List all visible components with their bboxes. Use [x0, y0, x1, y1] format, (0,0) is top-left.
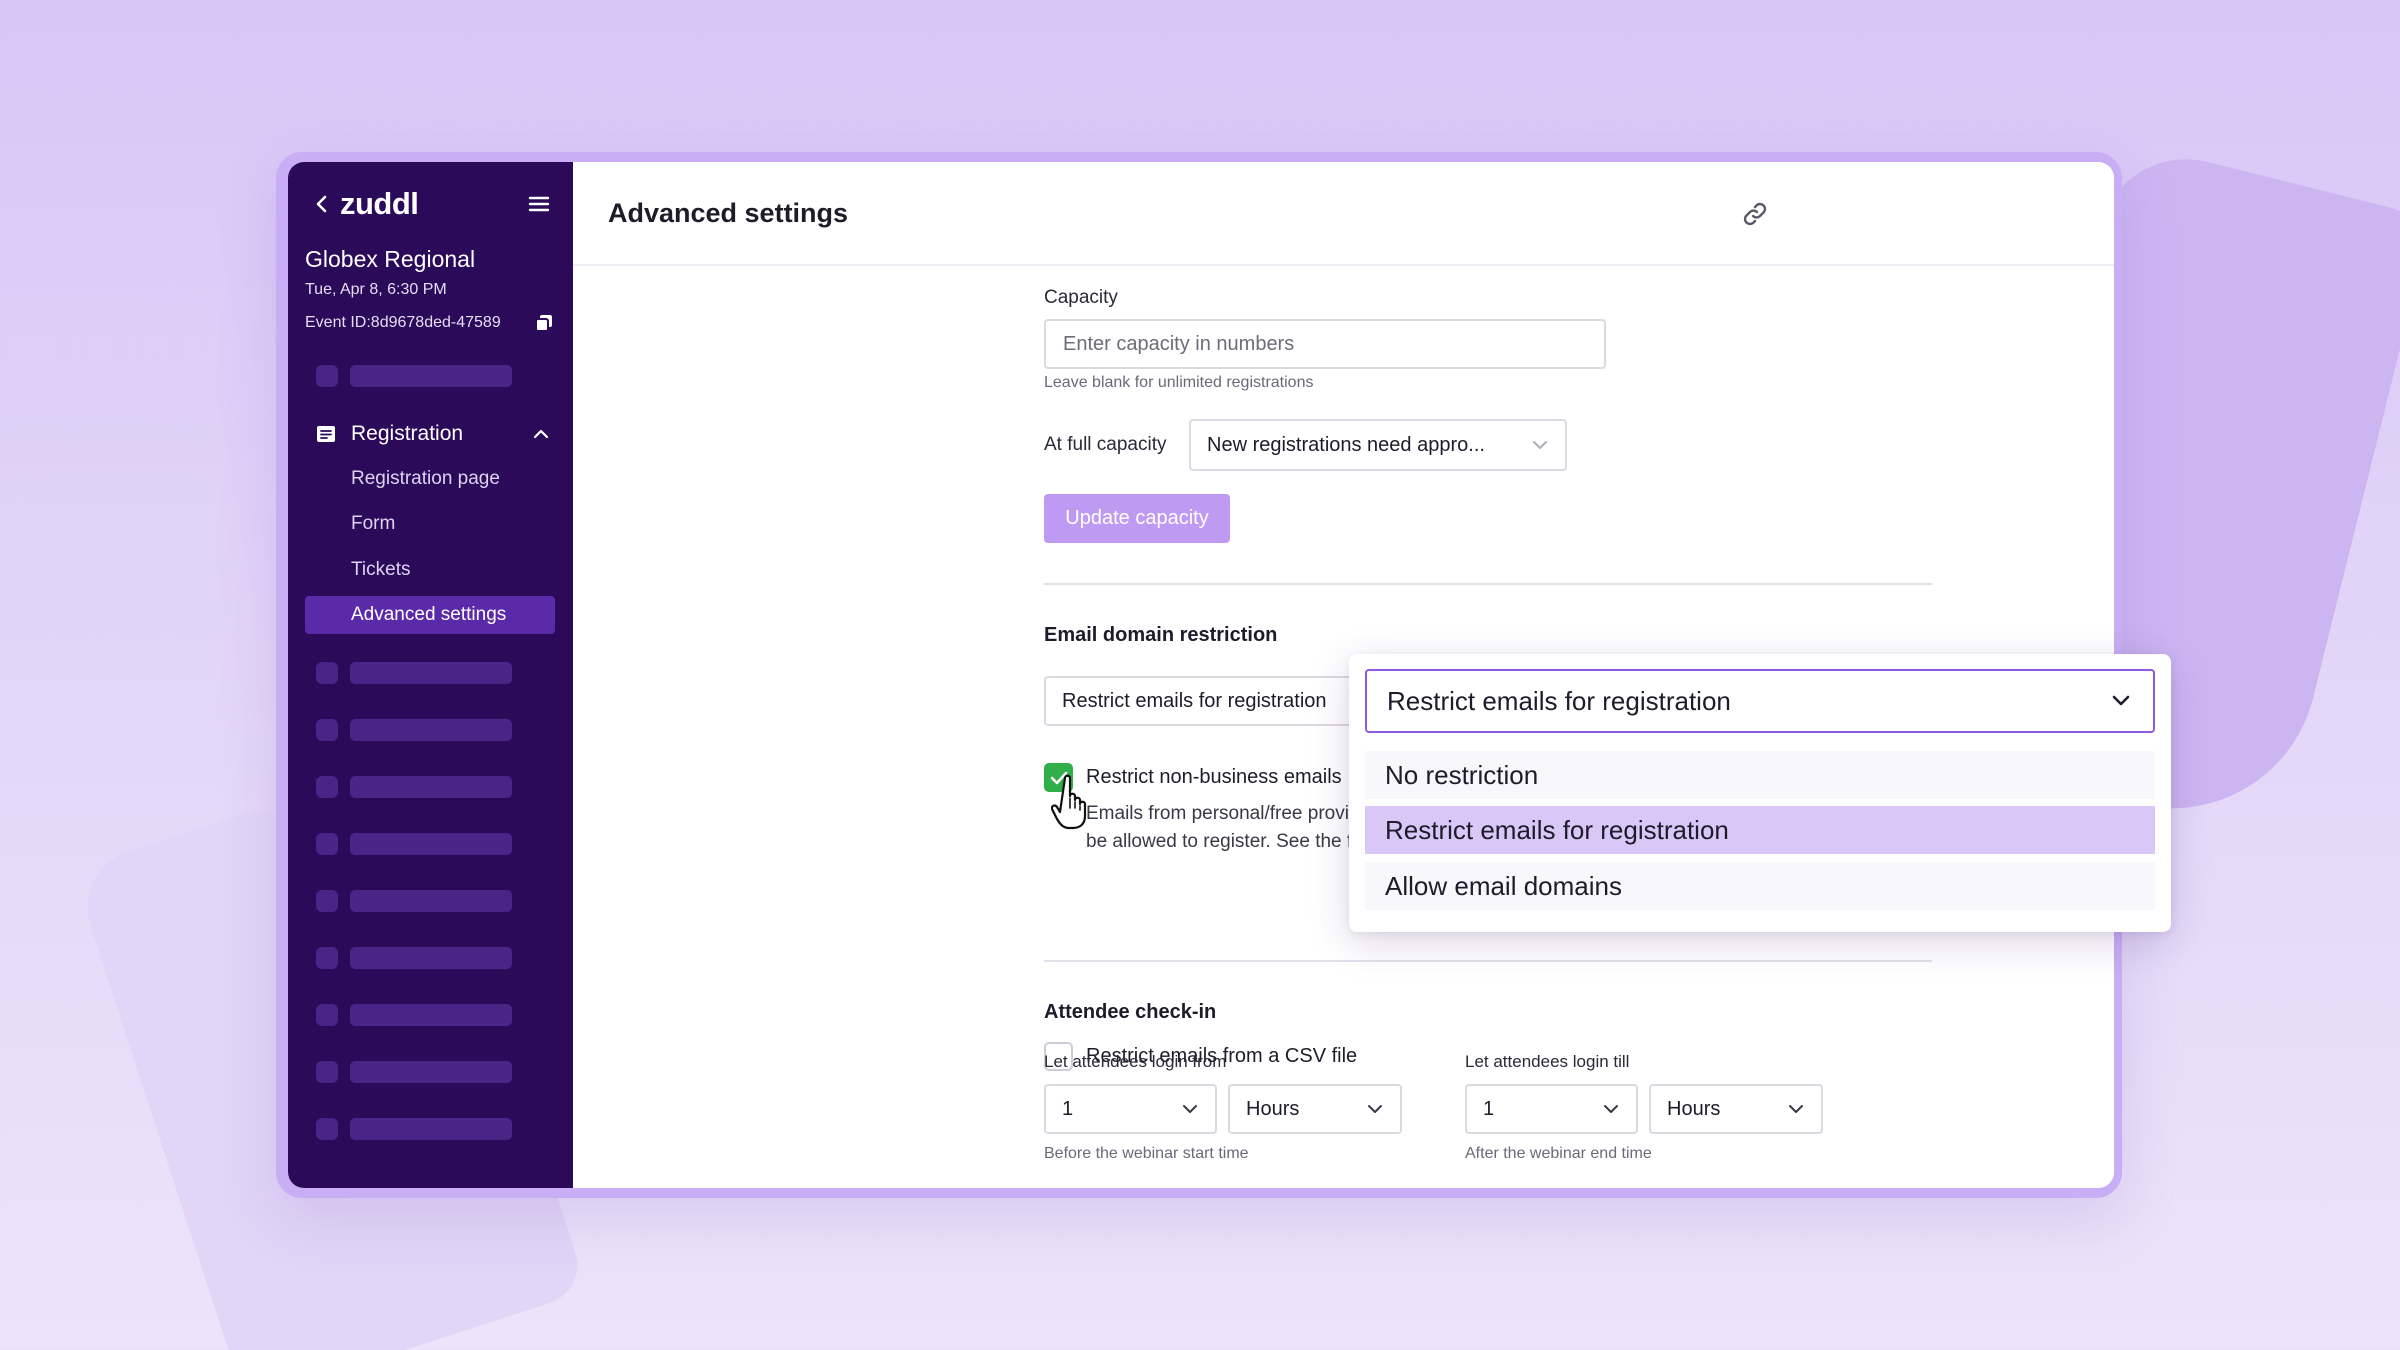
email-restriction-value: Restrict emails for registration — [1062, 689, 1327, 712]
event-id-row: Event ID:8d9678ded-47589 — [305, 312, 555, 334]
chevron-up-icon[interactable] — [531, 424, 551, 444]
chevron-down-icon — [1602, 1100, 1620, 1118]
sidebar-item-advanced-settings[interactable]: Advanced settings — [305, 596, 555, 634]
sidebar: zuddl Globex Regional Tue, Apr 8, 6:30 P… — [288, 162, 573, 1188]
section-divider — [1044, 583, 1932, 585]
checkin-till-help: After the webinar end time — [1465, 1145, 1652, 1162]
capacity-help-text: Leave blank for unlimited registrations — [1044, 374, 1314, 391]
top-bar: Advanced settings — [573, 162, 2114, 266]
sidebar-placeholder-item — [316, 890, 512, 912]
sidebar-placeholder-item — [316, 1004, 512, 1026]
sidebar-item-registration[interactable]: Registration — [315, 418, 551, 450]
capacity-input[interactable]: Enter capacity in numbers — [1044, 319, 1606, 369]
email-restriction-dropdown: Restrict emails for registration No rest… — [1349, 654, 2171, 932]
chevron-down-icon — [1181, 1100, 1199, 1118]
hamburger-icon[interactable] — [527, 192, 551, 216]
capacity-label: Capacity — [1044, 287, 1118, 308]
checkin-till-unit-select[interactable]: Hours — [1649, 1084, 1823, 1134]
sidebar-placeholder-item — [316, 776, 512, 798]
dropdown-select-value: Restrict emails for registration — [1387, 685, 1731, 716]
checkin-title: Attendee check-in — [1044, 1001, 1217, 1023]
checkin-till-value-select[interactable]: 1 — [1465, 1084, 1638, 1134]
sidebar-placeholder-item — [316, 833, 512, 855]
page-title: Advanced settings — [608, 198, 849, 228]
checkin-till-label: Let attendees login till — [1465, 1052, 1630, 1071]
checkin-from-value-select[interactable]: 1 — [1044, 1084, 1217, 1134]
chevron-down-icon — [1787, 1100, 1805, 1118]
section-divider — [1044, 960, 1932, 962]
restrict-non-business-label: Restrict non-business emails — [1086, 766, 1342, 788]
form-icon — [315, 423, 337, 445]
event-date: Tue, Apr 8, 6:30 PM — [305, 281, 447, 298]
checkin-from-unit-select[interactable]: Hours — [1228, 1084, 1402, 1134]
event-name: Globex Regional — [305, 246, 476, 272]
checkin-till-value: 1 — [1483, 1097, 1495, 1120]
dropdown-option-no-restriction[interactable]: No restriction — [1365, 751, 2155, 799]
checkin-from-unit: Hours — [1246, 1097, 1300, 1120]
sidebar-item-tickets[interactable]: Tickets — [305, 551, 555, 589]
link-icon[interactable] — [1737, 196, 1773, 232]
full-capacity-label: At full capacity — [1044, 434, 1167, 455]
sidebar-item-label: Registration — [351, 422, 464, 445]
zuddl-logo[interactable]: zuddl — [340, 186, 419, 222]
sidebar-item-registration-page[interactable]: Registration page — [305, 460, 555, 498]
sidebar-placeholder-item — [316, 662, 512, 684]
hand-cursor-icon — [1051, 774, 1087, 830]
dropdown-option-allow-domains[interactable]: Allow email domains — [1365, 862, 2155, 910]
update-capacity-button[interactable]: Update capacity — [1044, 494, 1230, 543]
checkin-from-value: 1 — [1062, 1097, 1074, 1120]
chevron-down-icon — [1531, 436, 1549, 454]
checkin-from-label: Let attendees login from — [1044, 1052, 1227, 1071]
email-domain-title: Email domain restriction — [1044, 624, 1278, 646]
full-capacity-value: New registrations need appro... — [1207, 433, 1485, 456]
event-id: Event ID:8d9678ded-47589 — [305, 314, 501, 331]
checkin-till-unit: Hours — [1667, 1097, 1721, 1120]
sidebar-placeholder-item — [316, 719, 512, 741]
dropdown-option-restrict-emails[interactable]: Restrict emails for registration — [1365, 806, 2155, 854]
chevron-down-icon — [1366, 1100, 1384, 1118]
dropdown-select[interactable]: Restrict emails for registration — [1365, 669, 2155, 733]
sidebar-item-form[interactable]: Form — [305, 505, 555, 543]
copy-icon[interactable] — [533, 312, 555, 334]
sidebar-placeholder-item — [316, 1061, 512, 1083]
sidebar-placeholder-item — [316, 365, 512, 387]
full-capacity-select[interactable]: New registrations need appro... — [1189, 419, 1567, 471]
sidebar-placeholder-item — [316, 947, 512, 969]
sidebar-header: zuddl — [310, 186, 551, 222]
chevron-left-icon[interactable] — [310, 192, 334, 216]
sidebar-placeholder-item — [316, 1118, 512, 1140]
checkin-from-help: Before the webinar start time — [1044, 1145, 1249, 1162]
chevron-down-icon — [2109, 689, 2133, 713]
